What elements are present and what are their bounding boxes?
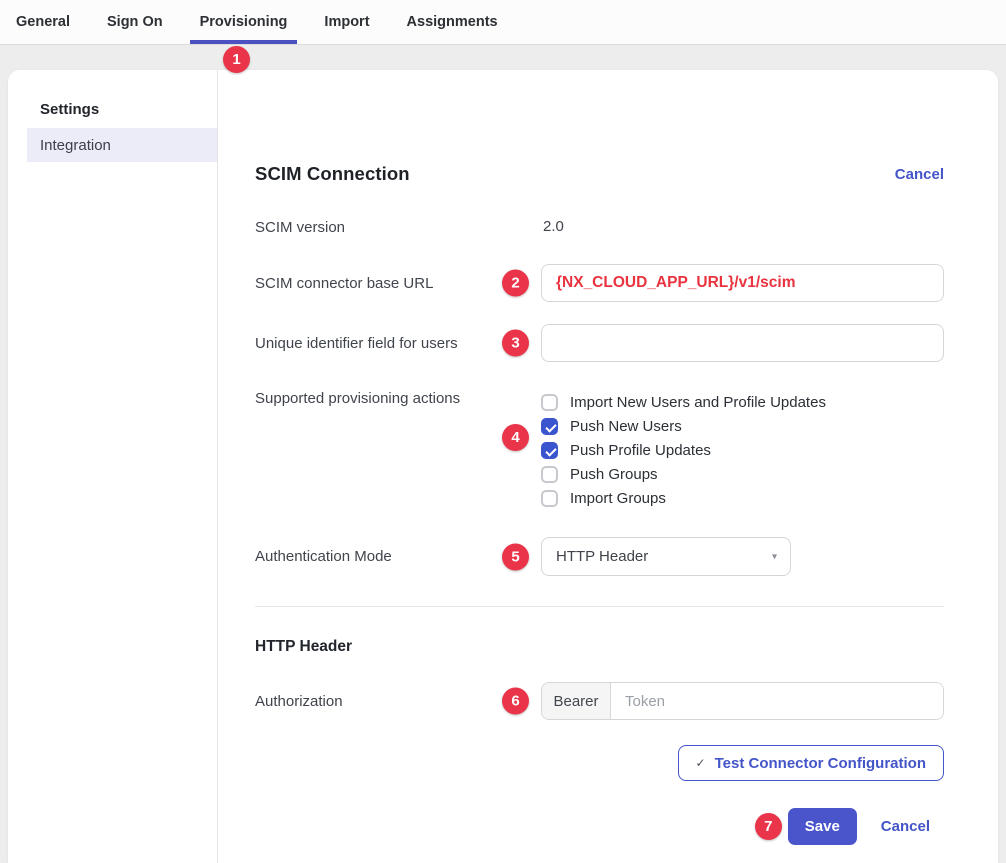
- scim-connection-panel: SCIM Connection Cancel SCIM version 2.0 …: [218, 70, 998, 863]
- tab-import[interactable]: Import: [314, 0, 379, 44]
- checkbox-push-profile-updates[interactable]: [541, 442, 558, 459]
- checkbox-push-new-users[interactable]: [541, 418, 558, 435]
- app-tabbar: General Sign On Provisioning Import Assi…: [0, 0, 1006, 45]
- unique-id-row: Unique identifier field for users 3: [255, 324, 944, 362]
- annotation-badge-4: 4: [502, 424, 529, 451]
- scim-version-label: SCIM version: [255, 219, 541, 236]
- checkbox-import-new-users-profile-updates[interactable]: [541, 394, 558, 411]
- provisioning-actions-label: Supported provisioning actions: [255, 390, 541, 407]
- authorization-input-group: Bearer: [541, 682, 944, 720]
- bearer-prefix: Bearer: [542, 683, 611, 719]
- cancel-link-bottom[interactable]: Cancel: [881, 818, 930, 835]
- test-connector-button-label: Test Connector Configuration: [715, 755, 926, 772]
- base-url-label: SCIM connector base URL: [255, 275, 541, 292]
- sidebar-item-integration[interactable]: Integration: [27, 128, 217, 162]
- panel-header: SCIM Connection Cancel: [255, 162, 944, 186]
- authorization-label: Authorization: [255, 693, 541, 710]
- settings-sidebar: Settings Integration: [8, 70, 218, 863]
- checkbox-label: Import New Users and Profile Updates: [570, 394, 826, 411]
- save-button[interactable]: Save: [788, 808, 857, 845]
- checkbox-push-groups[interactable]: [541, 466, 558, 483]
- checkbox-row: Push New Users: [541, 414, 944, 438]
- section-divider: [255, 606, 944, 607]
- annotation-badge-6: 6: [502, 688, 529, 715]
- checkbox-import-groups[interactable]: [541, 490, 558, 507]
- unique-id-label: Unique identifier field for users: [255, 335, 541, 352]
- annotation-badge-3: 3: [502, 330, 529, 357]
- unique-id-input[interactable]: [541, 324, 944, 362]
- tab-general[interactable]: General: [6, 0, 80, 44]
- checkbox-label: Push Groups: [570, 466, 658, 483]
- checkbox-label: Push New Users: [570, 418, 682, 435]
- provisioning-actions-row: Supported provisioning actions 4 Import …: [255, 390, 944, 510]
- token-input[interactable]: [611, 683, 943, 719]
- checkbox-row: Push Groups: [541, 462, 944, 486]
- checkbox-row: Import Groups: [541, 486, 944, 510]
- auth-mode-row: Authentication Mode 5 HTTP Header ▾: [255, 537, 944, 576]
- annotation-badge-2: 2: [502, 270, 529, 297]
- test-connector-button[interactable]: ✓ Test Connector Configuration: [678, 745, 944, 781]
- base-url-row: SCIM connector base URL 2: [255, 264, 944, 302]
- page-title: SCIM Connection: [255, 163, 410, 185]
- scim-version-value: 2.0: [541, 218, 564, 235]
- check-icon: ✓: [696, 756, 706, 770]
- sidebar-heading: Settings: [8, 101, 217, 118]
- scim-version-row: SCIM version 2.0: [255, 218, 944, 236]
- annotation-badge-7: 7: [755, 813, 782, 840]
- auth-mode-select[interactable]: HTTP Header ▾: [541, 537, 791, 576]
- checkbox-label: Import Groups: [570, 490, 666, 507]
- tab-assignments[interactable]: Assignments: [397, 0, 508, 44]
- checkbox-label: Push Profile Updates: [570, 442, 711, 459]
- checkbox-row: Import New Users and Profile Updates: [541, 390, 944, 414]
- tab-provisioning[interactable]: Provisioning: [190, 0, 298, 44]
- annotation-badge-5: 5: [502, 543, 529, 570]
- checkbox-row: Push Profile Updates: [541, 438, 944, 462]
- provisioning-card: Settings Integration SCIM Connection Can…: [8, 70, 998, 863]
- save-row: 7 Save Cancel: [255, 808, 944, 845]
- chevron-down-icon: ▾: [772, 551, 777, 562]
- base-url-input[interactable]: [541, 264, 944, 302]
- authorization-row: Authorization 6 Bearer: [255, 682, 944, 720]
- test-connector-row: ✓ Test Connector Configuration: [255, 745, 944, 781]
- annotation-badge-1: 1: [223, 46, 250, 73]
- auth-mode-selected-value: HTTP Header: [556, 548, 648, 565]
- http-header-heading: HTTP Header: [255, 638, 944, 656]
- auth-mode-label: Authentication Mode: [255, 548, 541, 565]
- tab-sign-on[interactable]: Sign On: [97, 0, 173, 44]
- cancel-link-top[interactable]: Cancel: [895, 166, 944, 183]
